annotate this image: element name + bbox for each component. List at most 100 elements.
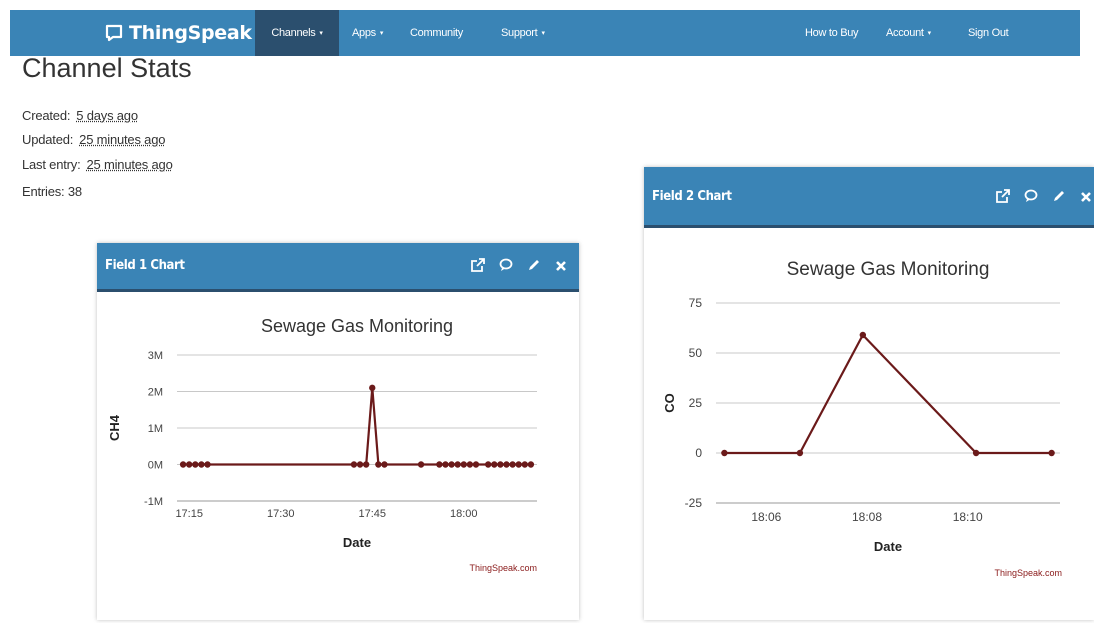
- y-tick-label: 0: [695, 446, 702, 460]
- nav-channels-label: Channels: [271, 27, 316, 39]
- panel-title: Field 2 Chart: [652, 189, 732, 204]
- nav-support[interactable]: Support ▾: [501, 10, 545, 56]
- data-point: [179, 461, 187, 468]
- nav-sign-out-label: Sign Out: [968, 27, 1009, 39]
- chart-credit: ThingSpeak.com: [469, 563, 537, 573]
- y-tick-label: -1M: [144, 496, 163, 508]
- chart-credit: ThingSpeak.com: [994, 568, 1062, 578]
- panel-header: Field 2 Chart: [644, 167, 1094, 228]
- stat-updated: Updated: 25 minutes ago: [22, 132, 165, 147]
- y-tick-label: 1M: [148, 423, 163, 435]
- comment-icon[interactable]: [1024, 189, 1038, 208]
- data-point: [417, 461, 425, 468]
- data-point: [356, 461, 364, 468]
- thingspeak-logo[interactable]: ThingSpeak™: [104, 10, 263, 56]
- nav-sign-out[interactable]: Sign Out: [968, 10, 1009, 56]
- stat-entries: Entries: 38: [22, 184, 82, 199]
- data-point: [460, 461, 467, 468]
- data-point: [497, 461, 504, 468]
- stat-entries-label: Entries:: [22, 184, 65, 199]
- y-tick-label: 50: [689, 346, 703, 360]
- external-link-icon[interactable]: [471, 258, 485, 277]
- series-line: [183, 386, 531, 466]
- chevron-down-icon: ▾: [927, 30, 932, 37]
- data-point: [1048, 449, 1055, 457]
- nav-apps[interactable]: Apps ▾: [352, 10, 383, 56]
- data-point: [375, 461, 382, 468]
- nav-apps-label: Apps: [352, 27, 376, 39]
- chevron-down-icon: ▾: [541, 30, 545, 37]
- stat-updated-label: Updated:: [22, 132, 74, 147]
- data-point: [350, 461, 358, 468]
- chevron-down-icon: ▾: [379, 30, 384, 37]
- x-tick-label: 18:00: [450, 508, 478, 520]
- x-axis-label: Date: [343, 535, 371, 550]
- pencil-icon[interactable]: [527, 258, 541, 277]
- data-point: [521, 461, 528, 468]
- data-point: [721, 449, 728, 457]
- chart-title: Sewage Gas Monitoring: [261, 316, 453, 336]
- x-tick-label: 18:06: [751, 510, 781, 524]
- data-point: [448, 461, 455, 468]
- data-point: [472, 461, 480, 468]
- panel-actions: [996, 189, 1092, 208]
- nav-community[interactable]: Community: [410, 10, 463, 56]
- data-point: [509, 461, 516, 468]
- field-1-chart-panel: Field 1 Chart Sewage Gas Monitoring -1M 0M…: [97, 243, 579, 620]
- x-tick-label: 17:45: [358, 508, 386, 520]
- panel-actions: [471, 258, 567, 277]
- y-tick-label: -25: [685, 496, 703, 510]
- stat-updated-value: 25 minutes ago: [79, 132, 166, 147]
- nav-channels[interactable]: Channels ▾: [255, 10, 339, 56]
- data-point: [484, 461, 492, 468]
- panel-header: Field 1 Chart: [97, 243, 579, 292]
- data-point: [515, 461, 522, 468]
- data-point: [972, 449, 980, 457]
- field-2-chart-panel: Field 2 Chart Sewage Gas Monitoring -25 0 2…: [644, 167, 1094, 620]
- data-point: [192, 461, 199, 468]
- y-tick-label: 2M: [148, 387, 163, 399]
- data-point: [466, 461, 474, 468]
- top-navbar: ThingSpeak™ Channels▾ Apps▾ Community Su…: [10, 10, 1080, 56]
- nav-how-to-buy-label: How to Buy: [805, 27, 859, 39]
- page-title: Channel Stats: [22, 53, 192, 83]
- field-1-line-chart: Sewage Gas Monitoring -1M 0M 1M 2M 3M 17:15 17:…: [107, 316, 537, 573]
- data-point: [369, 384, 376, 392]
- field-2-line-chart: Sewage Gas Monitoring -25 0 25 50 75 18:06 18:0…: [662, 259, 1062, 578]
- y-tick-label: 25: [689, 396, 703, 410]
- nav-account[interactable]: Account ▾: [886, 10, 931, 56]
- data-point: [859, 331, 867, 339]
- data-point: [796, 449, 804, 457]
- stat-last-entry: Last entry: 25 minutes ago: [22, 157, 173, 172]
- stat-created-label: Created:: [22, 108, 71, 123]
- y-tick-label: 3M: [148, 350, 163, 362]
- nav-community-label: Community: [410, 27, 463, 39]
- data-point: [491, 461, 498, 468]
- x-tick-label: 17:15: [175, 508, 203, 520]
- y-axis-label: CH4: [107, 414, 122, 441]
- data-point: [198, 461, 205, 468]
- external-link-icon[interactable]: [996, 189, 1010, 208]
- close-icon[interactable]: [555, 259, 567, 277]
- speech-bubble-icon: [105, 24, 123, 42]
- data-point: [454, 461, 461, 468]
- chart-title: Sewage Gas Monitoring: [787, 259, 990, 280]
- x-tick-label: 18:08: [852, 510, 882, 524]
- stat-last-entry-value: 25 minutes ago: [86, 157, 173, 172]
- stat-entries-value: 38: [67, 184, 82, 199]
- comment-icon[interactable]: [499, 258, 513, 277]
- data-point: [436, 461, 443, 468]
- data-point: [362, 461, 370, 468]
- stat-created-value: 5 days ago: [76, 108, 138, 123]
- y-axis-label: CO: [662, 393, 677, 413]
- nav-support-label: Support: [501, 27, 538, 39]
- data-point: [527, 461, 535, 468]
- nav-how-to-buy[interactable]: How to Buy: [805, 10, 859, 56]
- brand-name: ThingSpeak: [129, 22, 252, 44]
- stat-last-entry-label: Last entry:: [22, 157, 81, 172]
- data-point: [186, 461, 193, 468]
- close-icon[interactable]: [1080, 190, 1092, 208]
- data-point: [381, 461, 388, 468]
- pencil-icon[interactable]: [1052, 189, 1066, 208]
- data-point: [204, 461, 211, 468]
